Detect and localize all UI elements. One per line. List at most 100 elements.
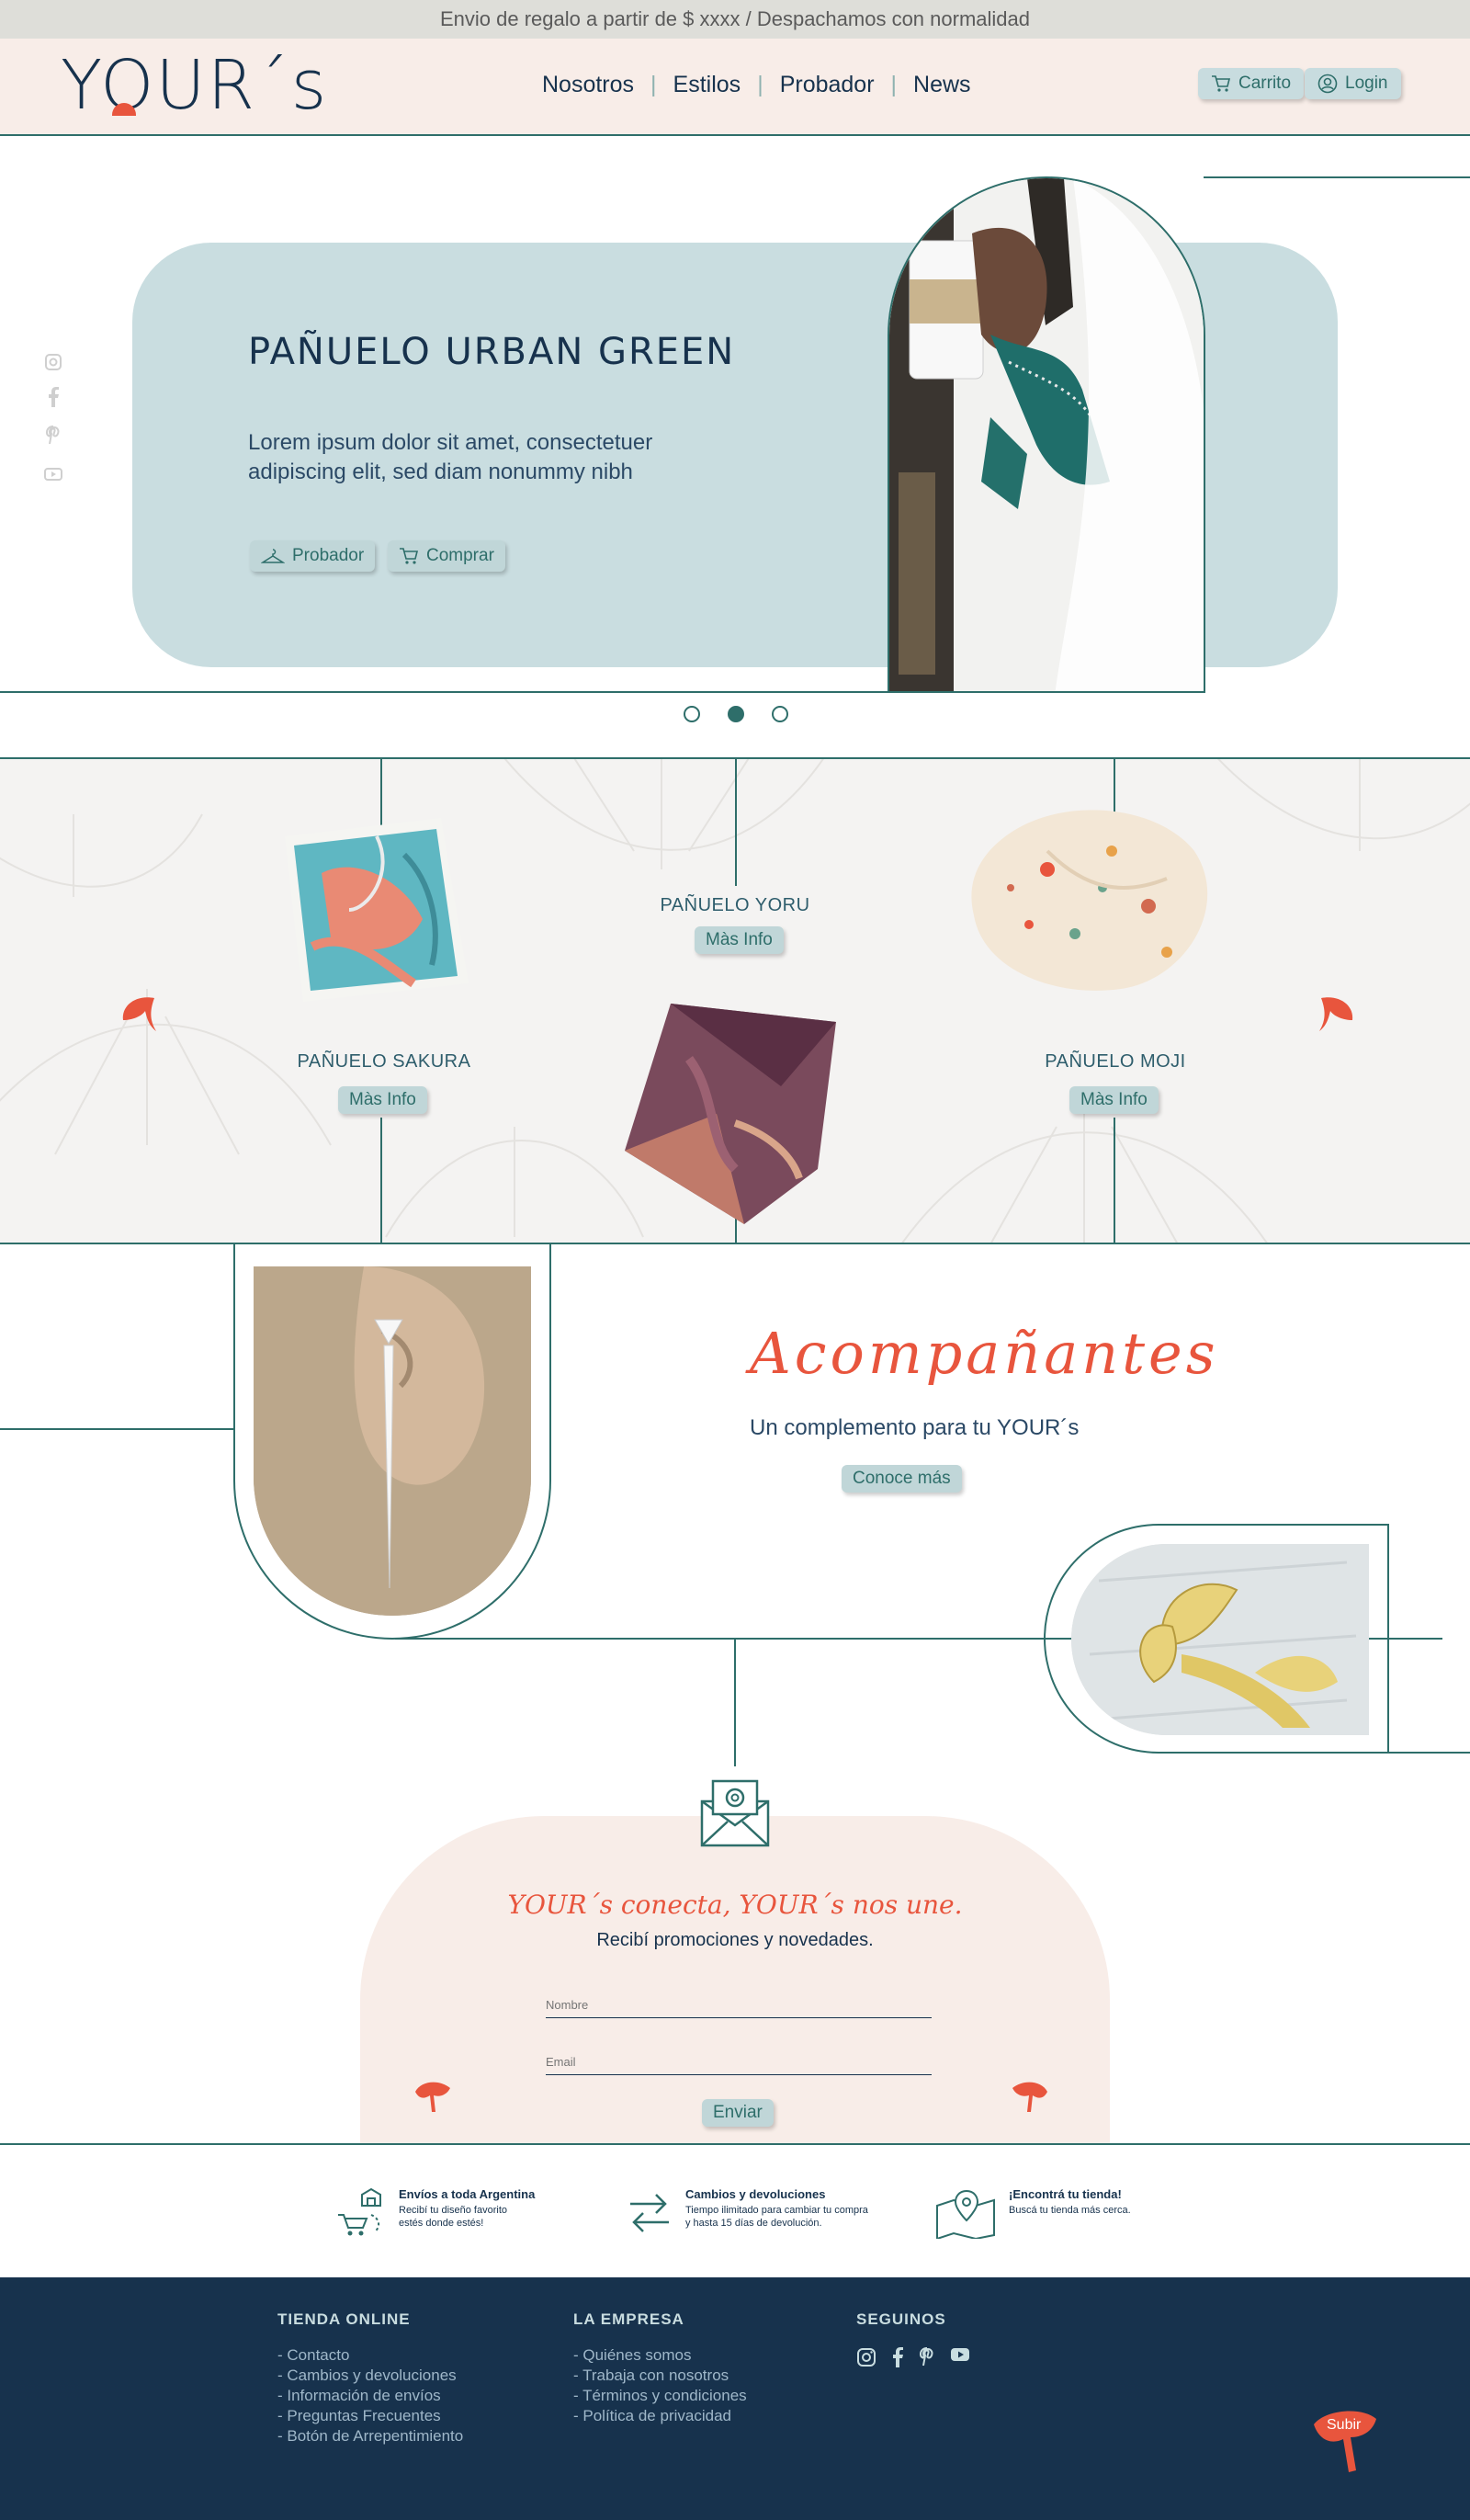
submit-button[interactable]: Enviar (702, 2099, 774, 2127)
nav-item-nosotros[interactable]: Nosotros (542, 72, 634, 98)
decor-line (0, 1428, 235, 1430)
feature-title: Envíos a toda Argentina (399, 2187, 536, 2201)
hero-bottom-line (0, 691, 1205, 693)
youtube-icon[interactable] (42, 463, 64, 485)
newsletter-subtitle: Recibí promociones y novedades. (596, 1930, 874, 1950)
feature-returns: Cambios y devoluciones Tiempo ilimitado … (627, 2187, 868, 2239)
footer-col-social: SEGUINOS (856, 2310, 970, 2367)
product-image-sakura[interactable] (266, 800, 483, 1016)
footer-link-contacto[interactable]: - Contacto (277, 2345, 463, 2366)
accompaniments-button[interactable]: Conoce más (842, 1465, 962, 1493)
facebook-icon[interactable] (42, 386, 64, 408)
feature-text: y hasta 15 días de devolución. (685, 2218, 822, 2229)
feature-text: Buscá tu tienda más cerca. (1009, 2205, 1131, 2216)
email-input[interactable] (546, 2055, 932, 2069)
cart-icon (400, 548, 419, 564)
hero-buy-label: Comprar (426, 546, 494, 565)
nav-separator: | (650, 72, 657, 97)
accompaniments-title: Acompañantes (750, 1320, 1219, 1387)
footer-link-terminos[interactable]: - Términos y condiciones (573, 2386, 747, 2406)
map-pin-icon (936, 2189, 995, 2239)
feature-store-locator: ¡Encontrá tu tienda! Buscá tu tienda más… (935, 2187, 1131, 2239)
footer-link-arrepentimiento[interactable]: - Botón de Arrepentimiento (277, 2426, 463, 2446)
instagram-icon[interactable] (856, 2347, 876, 2367)
decor-line (1387, 1524, 1389, 1754)
hero-title: PAÑUELO URBAN GREEN (248, 331, 736, 373)
pinterest-icon[interactable] (42, 425, 64, 447)
product-image-moji[interactable] (956, 796, 1231, 1007)
footer-heading: TIENDA ONLINE (277, 2310, 411, 2328)
nav-separator: | (757, 72, 763, 97)
accompaniments-subtitle: Un complemento para tu YOUR´s (750, 1415, 1080, 1440)
brand-logo[interactable]: YOUR´s (61, 51, 328, 119)
envelope-icon (700, 1777, 770, 1852)
feature-text: Tiempo ilimitado para cambiar tu compra (685, 2205, 868, 2216)
email-field[interactable] (546, 2049, 932, 2075)
feature-text: estés donde estés! (399, 2218, 484, 2229)
product-name-moji: PAÑUELO MOJI (1045, 1051, 1186, 1072)
nav-item-estilos[interactable]: Estilos (673, 72, 741, 98)
delivery-icon (338, 2187, 381, 2236)
footer-link-privacidad[interactable]: - Política de privacidad (573, 2406, 747, 2426)
hero-photo-illustration (889, 178, 1204, 691)
footer-link-envios[interactable]: - Información de envíos (277, 2386, 463, 2406)
hero-try-button[interactable]: Probador (250, 540, 376, 572)
hanger-icon (261, 549, 285, 563)
newsletter-title: YOUR´s conecta, YOUR´s nos une. (507, 1890, 963, 1920)
scroll-top-label: Subir (1327, 2417, 1362, 2433)
product-name-sakura: PAÑUELO SAKURA (297, 1051, 471, 1072)
site-header: YOUR´s Nosotros | Estilos | Probador | N… (0, 39, 1470, 136)
carousel-next-ginkgo-icon[interactable] (1316, 993, 1358, 1039)
cart-button[interactable]: Carrito (1198, 68, 1305, 99)
carousel-dots (684, 706, 788, 722)
announcement-bar: Envio de regalo a partir de $ xxxx / Des… (0, 0, 1470, 39)
feature-shipping: Envíos a toda Argentina Recibí tu diseño… (334, 2187, 535, 2239)
earring-photo (254, 1266, 531, 1616)
divider-line (735, 759, 737, 886)
login-button[interactable]: Login (1305, 68, 1401, 99)
hero-buy-button[interactable]: Comprar (388, 540, 505, 572)
cart-label: Carrito (1238, 74, 1292, 93)
product-info-button-yoru[interactable]: Màs Info (695, 926, 784, 954)
cart-icon (1212, 75, 1231, 92)
carousel-dot[interactable] (772, 706, 788, 722)
youtube-icon[interactable] (950, 2347, 970, 2362)
footer-link-cambios[interactable]: - Cambios y devoluciones (277, 2366, 463, 2386)
decor-line (734, 1638, 736, 1766)
name-field[interactable] (546, 1992, 932, 2018)
ginkgo-scroll-icon (1314, 2411, 1376, 2472)
newsletter-section (360, 1816, 1110, 2143)
product-carousel: PAÑUELO SAKURA Màs Info PAÑUELO YORU Màs… (0, 757, 1470, 1244)
nav-item-news[interactable]: News (913, 72, 971, 98)
carousel-dot[interactable] (684, 706, 700, 722)
name-input[interactable] (546, 1998, 932, 2012)
ginkgo-decor-icon (412, 2075, 456, 2120)
main-nav: Nosotros | Estilos | Probador | News (542, 72, 971, 98)
nav-separator: | (890, 72, 898, 97)
divider-line (380, 1118, 382, 1243)
carousel-prev-ginkgo-icon[interactable] (118, 993, 160, 1039)
decor-line (1387, 1752, 1470, 1754)
pinterest-icon[interactable] (919, 2347, 935, 2367)
footer-link-trabaja[interactable]: - Trabaja con nosotros (573, 2366, 747, 2386)
scroll-top-button[interactable]: Subir (1306, 2404, 1382, 2476)
footer-heading: LA EMPRESA (573, 2310, 684, 2328)
product-image-yoru[interactable] (606, 985, 858, 1233)
carousel-dot-active[interactable] (728, 706, 744, 722)
feature-title: ¡Encontrá tu tienda! (1009, 2187, 1122, 2201)
instagram-icon[interactable] (42, 351, 64, 373)
user-icon (1317, 74, 1338, 94)
product-name-yoru: PAÑUELO YORU (660, 895, 810, 915)
footer-link-quienes-somos[interactable]: - Quiénes somos (573, 2345, 747, 2366)
footer-col-store: TIENDA ONLINE - Contacto - Cambios y dev… (277, 2310, 463, 2446)
product-info-button-moji[interactable]: Màs Info (1069, 1086, 1159, 1114)
login-label: Login (1345, 74, 1388, 93)
footer-heading: SEGUINOS (856, 2310, 946, 2328)
exchange-icon (630, 2194, 669, 2232)
facebook-icon[interactable] (891, 2347, 904, 2367)
hero-description: Lorem ipsum dolor sit amet, consectetuer… (248, 430, 653, 484)
site-footer: TIENDA ONLINE - Contacto - Cambios y dev… (0, 2277, 1470, 2520)
footer-link-faq[interactable]: - Preguntas Frecuentes (277, 2406, 463, 2426)
product-info-button-sakura[interactable]: Màs Info (338, 1086, 427, 1114)
nav-item-probador[interactable]: Probador (780, 72, 875, 98)
